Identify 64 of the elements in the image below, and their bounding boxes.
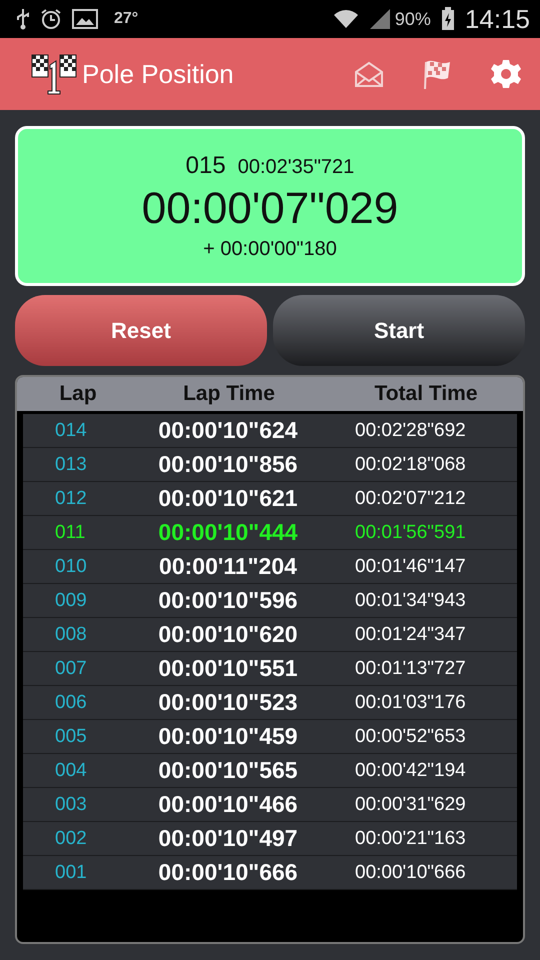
temperature: 27°	[114, 10, 138, 28]
lap-number-cell-text: 011	[54, 522, 86, 544]
lap-number-cell-text: 009	[54, 590, 88, 612]
lap-number-cell-text: 006	[54, 692, 88, 714]
lap-time-cell-text: 00:00'10"666	[157, 859, 299, 886]
usb-icon	[16, 8, 30, 30]
total-time-cell-text: 00:00'42"194	[354, 760, 467, 782]
lap-time-cell-text: 00:00'10"624	[157, 417, 299, 444]
total-time-cell-text: 00:02'18"068	[354, 454, 467, 476]
total-time-cell-text: 00:00'21"163	[354, 828, 467, 850]
battery-charging-icon	[440, 7, 455, 31]
lap-time-cell-text: 00:00'10"856	[157, 451, 299, 478]
reset-button[interactable]: Reset	[15, 295, 267, 366]
total-time-cell-text: 00:01'13"727	[354, 658, 467, 680]
checkered-flag-icon[interactable]	[422, 58, 452, 90]
total-time-cell-text: 00:00'10"666	[354, 862, 467, 884]
total-time-cell-text: 00:02'28"692	[354, 420, 467, 442]
lap-time-cell-text: 00:00'10"444	[157, 519, 299, 546]
column-header: Lap	[58, 382, 98, 406]
lap-number-cell-text: 008	[54, 624, 88, 646]
column-header: Total Time	[373, 382, 479, 406]
settings-icon[interactable]	[490, 58, 522, 90]
lap-time-cell-text: 00:00'10"620	[157, 621, 299, 648]
app-title: Pole Position	[82, 58, 234, 90]
battery-percent: 90%	[394, 8, 431, 30]
lap-number-cell-text: 004	[54, 760, 88, 782]
lap-time-cell-text: 00:00'11"204	[158, 553, 298, 580]
lap-time-cell-text: 00:00'10"466	[157, 791, 299, 818]
total-time-cell-text: 00:01'03"176	[354, 692, 467, 714]
image-icon	[72, 9, 98, 29]
lap-time-cell-text: 00:00'10"551	[157, 655, 299, 682]
lap-number: 015	[186, 152, 226, 180]
lap-number-cell-text: 013	[54, 454, 88, 476]
lap-number-cell-text: 003	[54, 794, 88, 816]
total-time-cell-text: 00:01'34"943	[354, 590, 467, 612]
lap-time-cell-text: 00:00'10"596	[157, 587, 299, 614]
clock: 14:15	[464, 4, 530, 34]
total-time-cell-text: 00:01'24"347	[354, 624, 467, 646]
total-time-cell-text: 00:00'31"629	[354, 794, 467, 816]
lap-number-cell-text: 001	[54, 862, 88, 884]
lap-time-cell-text: 00:00'10"621	[157, 485, 299, 512]
envelope-icon[interactable]	[354, 60, 384, 88]
total-time-cell-text: 00:02'07"212	[354, 488, 467, 510]
total-time: 00:02'35"721	[238, 156, 354, 178]
lap-number-cell-text: 010	[54, 556, 88, 578]
lap-number-cell-text: 005	[54, 726, 88, 748]
lap-number-cell-text: 007	[54, 658, 88, 680]
total-time-cell-text: 00:01'46"147	[354, 556, 467, 578]
signal-icon	[368, 8, 391, 30]
start-button[interactable]: Start	[273, 295, 525, 366]
lap-number-cell-text: 012	[54, 488, 88, 510]
lap-time-cell-text: 00:00'10"459	[157, 723, 299, 750]
lap-time-cell-text: 00:00'10"497	[157, 825, 299, 852]
column-header: Lap Time	[182, 382, 276, 406]
wifi-icon	[332, 8, 359, 30]
current-lap-time: 00:00'07"029	[142, 184, 398, 234]
alarm-clock-icon	[40, 8, 62, 30]
total-time-cell-text: 00:01'56"591	[354, 522, 467, 544]
lap-time-cell-text: 00:00'10"523	[157, 689, 299, 716]
total-time-cell-text: 00:00'52"653	[354, 726, 467, 748]
lap-time-cell-text: 00:00'10"565	[157, 757, 299, 784]
lap-number-cell-text: 002	[54, 828, 88, 850]
time-difference: + 00:00'00"180	[203, 238, 337, 260]
lap-number-cell-text: 014	[54, 420, 88, 442]
